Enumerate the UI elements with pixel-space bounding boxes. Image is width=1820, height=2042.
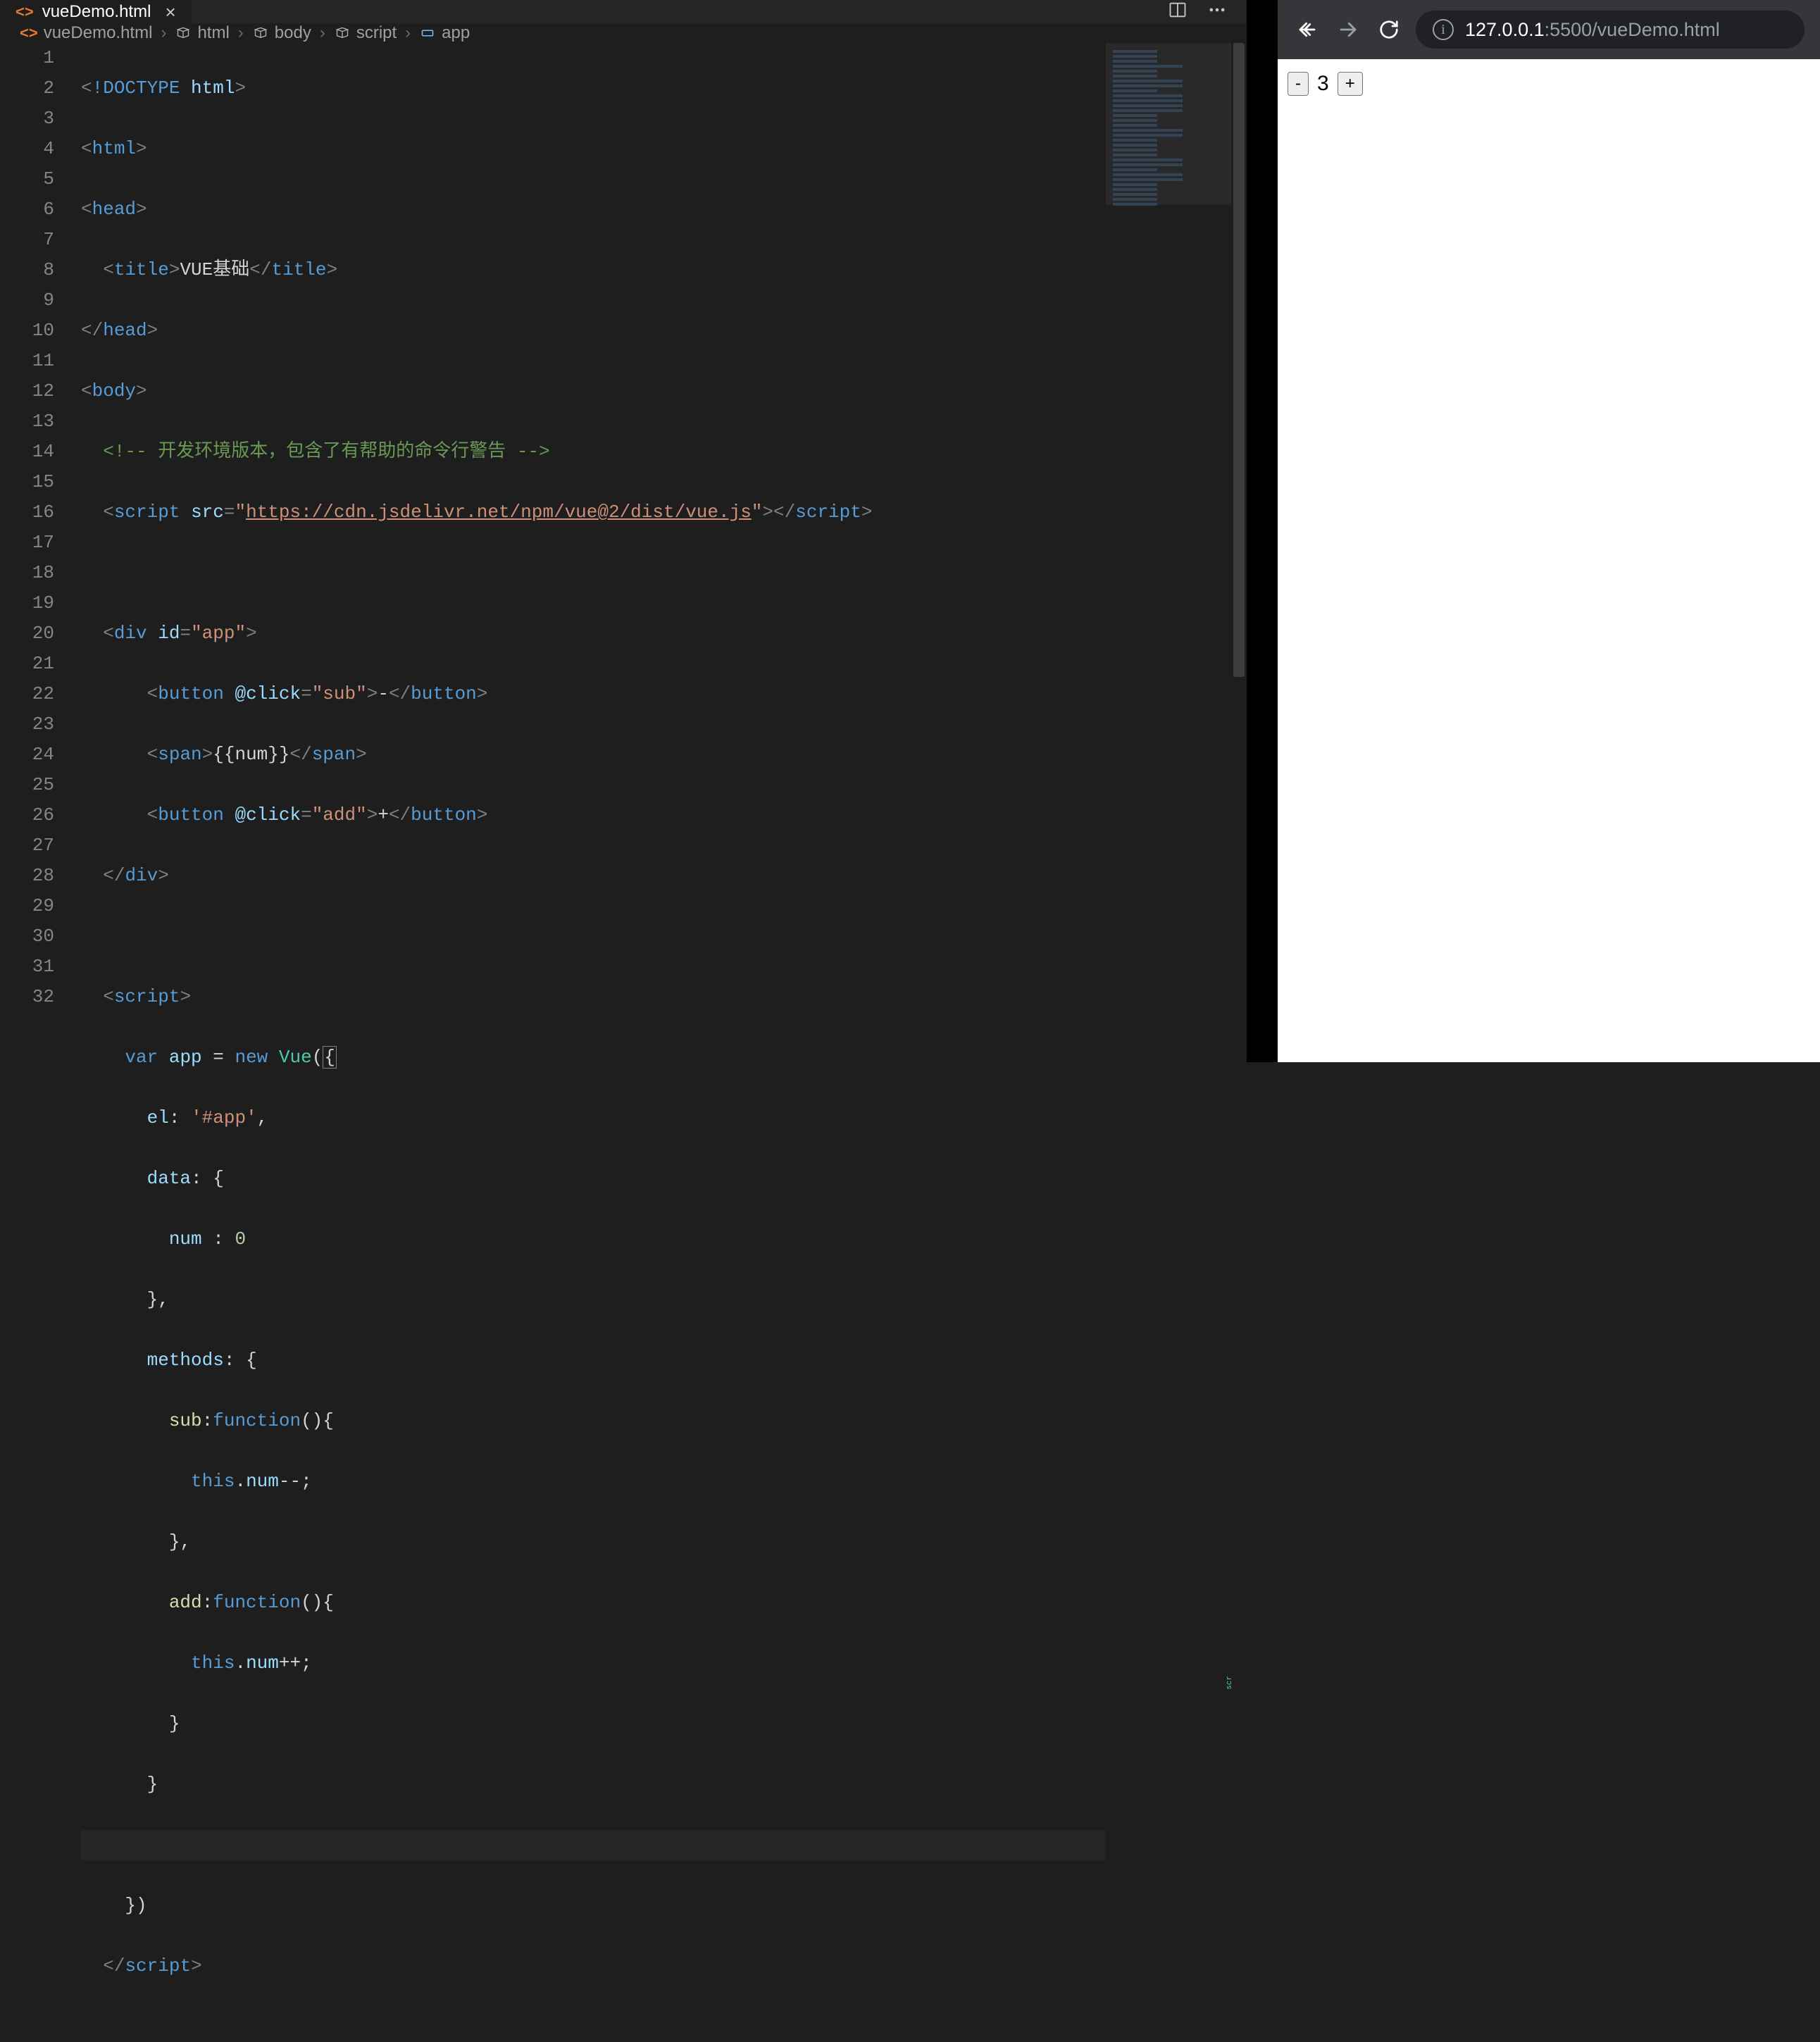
pane-divider[interactable] <box>1247 0 1278 1062</box>
minimap[interactable] <box>1106 43 1247 2042</box>
increment-button[interactable]: + <box>1338 72 1363 96</box>
chevron-right-icon: › <box>158 23 169 43</box>
decrement-button[interactable]: - <box>1288 72 1309 96</box>
scrollbar[interactable]: scr <box>1231 43 1247 2042</box>
code-editor[interactable]: 1234567891011121314151617181920212223242… <box>0 43 1247 2042</box>
more-actions-icon[interactable] <box>1207 0 1227 23</box>
file-tab[interactable]: <> vueDemo.html × <box>0 0 192 23</box>
breadcrumb-html[interactable]: html <box>197 23 229 43</box>
symbol-icon <box>252 25 269 42</box>
breadcrumb-body[interactable]: body <box>275 23 311 43</box>
browser-pane: i 127.0.0.1:5500/vueDemo.html - 3 + <box>1278 0 1820 1062</box>
breadcrumb-app[interactable]: app <box>442 23 470 43</box>
line-number-gutter: 1234567891011121314151617181920212223242… <box>0 43 81 2042</box>
breadcrumb-file[interactable]: vueDemo.html <box>44 23 153 43</box>
chevron-right-icon: › <box>235 23 247 43</box>
tab-filename: vueDemo.html <box>42 2 151 22</box>
chevron-right-icon: › <box>317 23 328 43</box>
reload-button[interactable] <box>1375 15 1403 44</box>
tab-group: <> vueDemo.html × <box>0 0 192 23</box>
back-button[interactable] <box>1293 15 1321 44</box>
breadcrumbs[interactable]: <> vueDemo.html › html › body › script ›… <box>0 23 1247 43</box>
symbol-icon <box>334 25 351 42</box>
url-text: 127.0.0.1:5500/vueDemo.html <box>1465 19 1720 41</box>
editor-pane: <> vueDemo.html × <> vueDemo.html › html <box>0 0 1247 1062</box>
code-content[interactable]: <!DOCTYPE html> <html> <head> <title>VUE… <box>81 43 1247 2042</box>
split-editor-icon[interactable] <box>1168 0 1188 23</box>
html-file-icon: <> <box>20 24 38 42</box>
close-tab-icon[interactable]: × <box>165 3 175 21</box>
chevron-right-icon: › <box>402 23 413 43</box>
minimap-annotation: scr <box>1215 1676 1245 1690</box>
address-bar[interactable]: i 127.0.0.1:5500/vueDemo.html <box>1416 11 1805 49</box>
site-info-icon[interactable]: i <box>1433 19 1454 40</box>
counter-value: 3 <box>1314 72 1332 96</box>
forward-button[interactable] <box>1334 15 1362 44</box>
breadcrumb-script[interactable]: script <box>356 23 397 43</box>
tab-actions <box>1168 0 1247 23</box>
minimap-content <box>1113 50 1240 208</box>
html-file-icon: <> <box>15 3 34 21</box>
symbol-icon <box>175 25 192 42</box>
scrollbar-thumb[interactable] <box>1233 43 1245 677</box>
browser-toolbar: i 127.0.0.1:5500/vueDemo.html <box>1278 0 1820 59</box>
variable-icon <box>419 25 436 42</box>
tab-bar: <> vueDemo.html × <box>0 0 1247 23</box>
browser-viewport: - 3 + <box>1278 59 1820 1062</box>
counter-app: - 3 + <box>1288 72 1810 96</box>
